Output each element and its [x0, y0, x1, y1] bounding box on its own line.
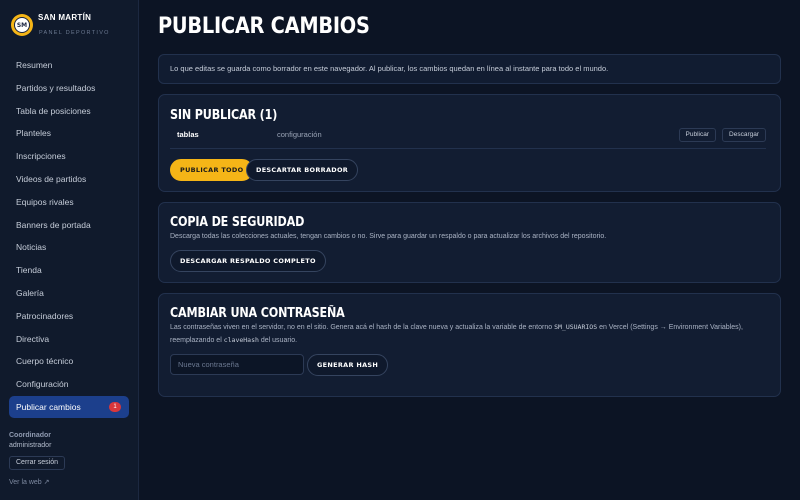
sidebar-item-label: Publicar cambios — [16, 401, 81, 412]
backup-card: COPIA DE SEGURIDAD Descarga todas las co… — [158, 202, 781, 283]
logout-button[interactable]: Cerrar sesión — [9, 456, 66, 470]
draft-notice: Lo que editas se guarda como borrador en… — [158, 54, 781, 84]
sidebar-footer: Coordinador administrador Cerrar sesión … — [9, 432, 129, 486]
password-description: Las contraseñas viven en el servidor, no… — [170, 323, 743, 344]
collection-description: configuración — [277, 130, 322, 139]
sidebar-item-videos[interactable]: Videos de partidos — [9, 168, 129, 190]
password-title: CAMBIAR UNA CONTRASEÑA — [170, 306, 345, 321]
publish-row-button[interactable]: Publicar — [678, 128, 716, 142]
sidebar-item-resumen[interactable]: Resumen — [9, 54, 129, 76]
sidebar-item-configuracion[interactable]: Configuración — [9, 373, 129, 395]
discard-draft-button[interactable]: DESCARTAR BORRADOR — [246, 159, 359, 181]
sidebar-item-directiva[interactable]: Directiva — [9, 328, 129, 350]
sidebar-item-galeria[interactable]: Galería — [9, 282, 129, 304]
download-backup-button[interactable]: DESCARGAR RESPALDO COMPLETO — [170, 250, 326, 272]
env-var-name: SM_USUARIOS — [554, 323, 598, 331]
brand-subtitle: PANEL DEPORTIVO — [39, 30, 110, 36]
user-name: administrador — [9, 442, 52, 449]
club-logo-icon: SM — [11, 14, 33, 36]
new-password-input[interactable] — [170, 354, 304, 375]
discard-row-button[interactable]: Descargar — [722, 128, 766, 142]
sidebar-item-inscripciones[interactable]: Inscripciones — [9, 145, 129, 167]
sidebar-item-rivales[interactable]: Equipos rivales — [9, 191, 129, 213]
pending-count-badge: 1 — [109, 401, 121, 412]
sidebar: SM SAN MARTÍN PANEL DEPORTIVO Resumen Pa… — [0, 0, 139, 500]
backup-description: Descarga todas las colecciones actuales,… — [170, 233, 607, 240]
sidebar-item-tabla[interactable]: Tabla de posiciones — [9, 100, 129, 122]
sidebar-item-tienda[interactable]: Tienda — [9, 259, 129, 281]
sidebar-item-noticias[interactable]: Noticias — [9, 236, 129, 258]
user-role: Coordinador — [9, 432, 51, 439]
publish-all-button[interactable]: PUBLICAR TODO — [170, 159, 254, 181]
view-site-link[interactable]: Ver la web ↗ — [9, 478, 129, 486]
collection-name: tablas — [177, 130, 199, 139]
brand[interactable]: SM SAN MARTÍN PANEL DEPORTIVO — [11, 12, 110, 42]
sidebar-item-cuerpo-tecnico[interactable]: Cuerpo técnico — [9, 350, 129, 372]
sidebar-item-partidos[interactable]: Partidos y resultados — [9, 77, 129, 99]
sidebar-item-publicar-cambios[interactable]: Publicar cambios 1 — [9, 395, 129, 418]
unpublished-title: SIN PUBLICAR (1) — [170, 108, 278, 123]
generate-hash-button[interactable]: GENERAR HASH — [307, 354, 389, 376]
page-title: PUBLICAR CAMBIOS — [158, 14, 370, 39]
sidebar-item-patrocinadores[interactable]: Patrocinadores — [9, 305, 129, 327]
field-name: claveHash — [223, 336, 259, 344]
brand-title: SAN MARTÍN — [38, 13, 92, 22]
backup-title: COPIA DE SEGURIDAD — [170, 215, 305, 230]
sidebar-item-planteles[interactable]: Planteles — [9, 122, 129, 144]
unpublished-card: SIN PUBLICAR (1) tablas configuración Pu… — [158, 94, 781, 192]
password-card: CAMBIAR UNA CONTRASEÑA Las contraseñas v… — [158, 293, 781, 397]
club-logo-text: SM — [14, 17, 30, 33]
sidebar-nav: Resumen Partidos y resultados Tabla de p… — [9, 54, 129, 419]
table-row: tablas configuración Publicar Descargar — [170, 127, 766, 149]
sidebar-item-banners[interactable]: Banners de portada — [9, 214, 129, 236]
